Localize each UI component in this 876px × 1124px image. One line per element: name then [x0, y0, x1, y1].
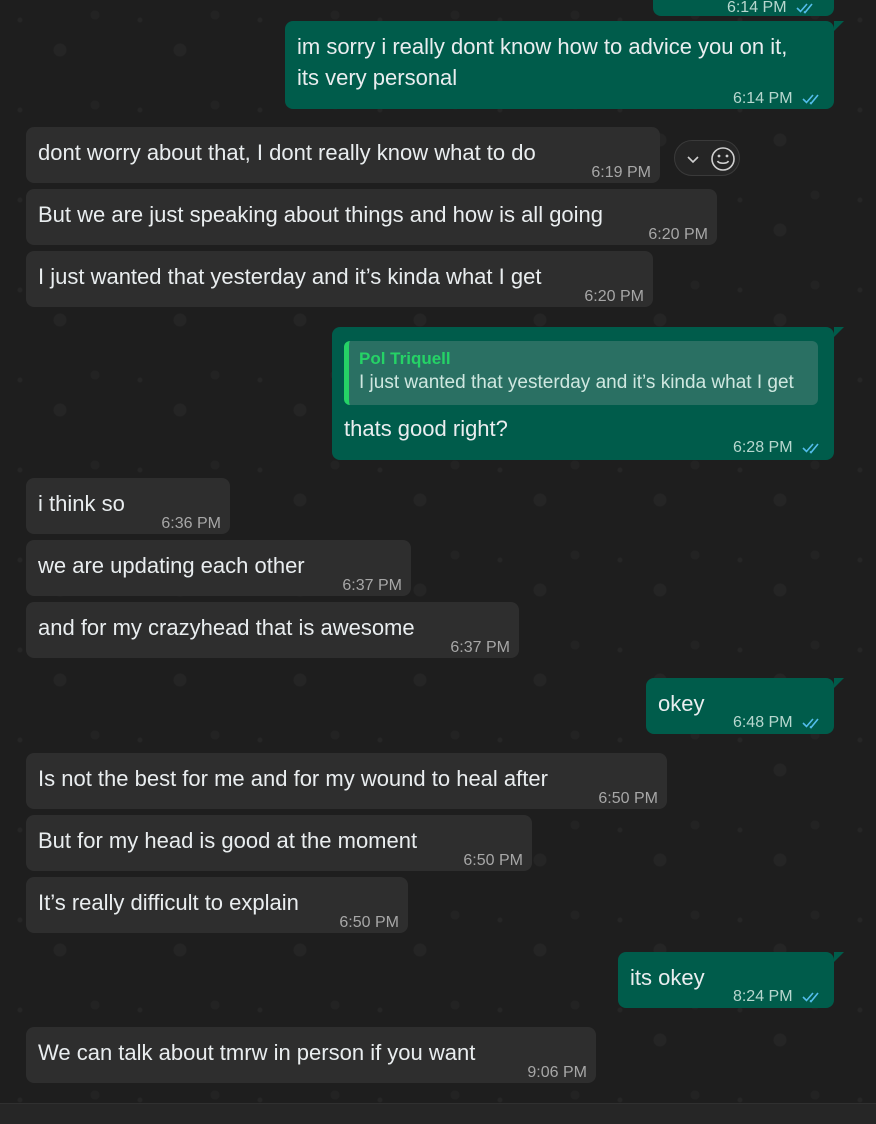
message-text: Is not the best for me and for my wound …	[38, 766, 548, 791]
message-hover-menu[interactable]	[674, 140, 740, 176]
message-time: 6:14 PM	[727, 0, 816, 23]
message-outgoing[interactable]: 6:14 PM	[653, 0, 834, 16]
time-label: 6:14 PM	[732, 90, 793, 107]
message-outgoing[interactable]: im sorry i really dont know how to advic…	[285, 21, 844, 109]
chevron-down-icon[interactable]	[686, 149, 700, 169]
message-incoming[interactable]: I just wanted that yesterday and it’s ki…	[26, 251, 653, 307]
message-incoming[interactable]: dont worry about that, I dont really kno…	[26, 127, 660, 183]
message-text: dont worry about that, I dont really kno…	[38, 140, 536, 165]
message-time: 6:20 PM	[584, 288, 644, 305]
message-outgoing[interactable]: okey 6:48 PM	[646, 678, 844, 734]
message-time: 6:50 PM	[463, 852, 523, 869]
message-text-line2: its very personal	[297, 65, 458, 90]
composer-edge	[0, 1103, 876, 1124]
message-incoming[interactable]: and for my crazyhead that is awesome 6:3…	[26, 602, 519, 658]
bubble-tail	[834, 952, 844, 962]
message-time: 9:06 PM	[527, 1064, 587, 1081]
message-text: It’s really difficult to explain	[38, 890, 299, 915]
message-time: 6:19 PM	[591, 164, 651, 181]
message-incoming[interactable]: But for my head is good at the moment 6:…	[26, 815, 532, 871]
time-label: 6:48 PM	[732, 714, 793, 731]
message-outgoing-reply[interactable]: Pol Triquell I just wanted that yesterda…	[332, 327, 844, 463]
message-text: I just wanted that yesterday and it’s ki…	[38, 264, 542, 289]
message-text: thats good right?	[344, 416, 508, 441]
message-text: okey	[658, 691, 705, 716]
message-time: 6:48 PM	[733, 707, 822, 738]
read-receipt-icon	[802, 992, 819, 1003]
bubble-tail	[834, 327, 844, 337]
message-outgoing[interactable]: its okey 8:24 PM	[618, 952, 844, 1008]
time-label: 6:28 PM	[732, 439, 793, 456]
message-incoming[interactable]: i think so 6:36 PM	[26, 478, 230, 534]
message-incoming[interactable]: But we are just speaking about things an…	[26, 189, 717, 245]
message-text: we are updating each other	[38, 553, 305, 578]
message-time: 6:36 PM	[161, 515, 221, 532]
message-incoming[interactable]: we are updating each other 6:37 PM	[26, 540, 411, 596]
message-text: i think so	[38, 491, 125, 516]
message-incoming[interactable]: We can talk about tmrw in person if you …	[26, 1027, 596, 1083]
bubble-tail	[834, 21, 844, 31]
message-text: and for my crazyhead that is awesome	[38, 615, 415, 640]
quoted-text: I just wanted that yesterday and it’s ki…	[359, 372, 794, 393]
message-time: 6:28 PM	[733, 432, 822, 463]
message-text: We can talk about tmrw in person if you …	[38, 1040, 476, 1065]
time-label: 8:24 PM	[732, 988, 793, 1005]
message-time: 6:20 PM	[648, 226, 708, 243]
message-incoming[interactable]: Is not the best for me and for my wound …	[26, 753, 667, 809]
message-time: 8:24 PM	[733, 981, 822, 1012]
quoted-message[interactable]: Pol Triquell I just wanted that yesterda…	[344, 341, 818, 405]
message-text: But for my head is good at the moment	[38, 828, 418, 853]
message-time: 6:50 PM	[598, 790, 658, 807]
read-receipt-icon	[802, 94, 819, 105]
read-receipt-icon	[796, 3, 813, 14]
message-time: 6:37 PM	[342, 577, 402, 594]
quoted-sender: Pol Triquell	[359, 349, 451, 368]
message-time: 6:50 PM	[339, 914, 399, 931]
message-text: But we are just speaking about things an…	[38, 202, 604, 227]
time-label: 6:14 PM	[726, 0, 787, 16]
message-incoming[interactable]: It’s really difficult to explain 6:50 PM	[26, 877, 408, 933]
emoji-icon[interactable]	[710, 146, 736, 172]
message-text: im sorry i really dont know how to advic…	[297, 34, 788, 59]
read-receipt-icon	[802, 718, 819, 729]
bubble-tail	[834, 678, 844, 688]
message-text: its okey	[630, 965, 705, 990]
message-time: 6:37 PM	[450, 639, 510, 656]
message-time: 6:14 PM	[733, 83, 822, 114]
read-receipt-icon	[802, 443, 819, 454]
